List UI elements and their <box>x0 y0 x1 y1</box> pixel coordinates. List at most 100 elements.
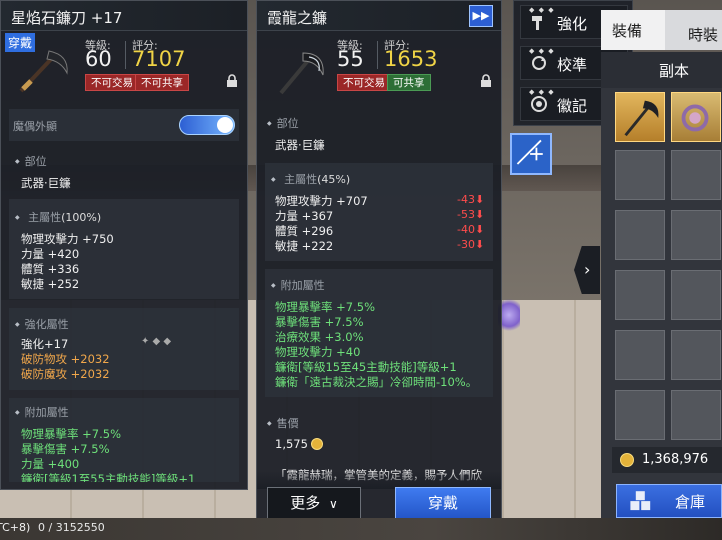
equip-button[interactable]: 穿戴 <box>395 487 491 519</box>
warehouse-button-label: 倉庫 <box>675 493 706 511</box>
inventory-slot[interactable] <box>671 150 721 200</box>
attr-line: 物理攻擊力 +750 <box>21 232 114 246</box>
inventory-slot[interactable] <box>671 210 721 260</box>
attr-diff: -30⬇ <box>457 238 485 251</box>
enhance-heading: 強化屬性 <box>15 316 69 332</box>
main-attr-section: 主屬性(100%) 物理攻擊力 +750 力量 +420 體質 +336 敏捷 … <box>9 199 239 299</box>
scythe-icon <box>11 41 73 103</box>
extra-attr: 鐮衛[等級1至55主動技能]等級+1 <box>21 472 196 482</box>
menu-calibrate-label: 校準 <box>557 56 588 74</box>
experience-ratio: 0 / 3152550 <box>38 521 105 534</box>
transform-toggle-button[interactable] <box>510 133 552 175</box>
inventory-slot[interactable] <box>615 150 665 200</box>
stat-divider <box>125 41 126 69</box>
part-value: 武器·巨鐮 <box>275 138 325 152</box>
currency-bar: 1,368,976 <box>612 447 722 473</box>
part-heading: 部位 <box>267 115 299 131</box>
status-strip: TC+8) 0 / 3152550 <box>0 518 722 540</box>
more-button-label: 更多 <box>290 494 321 512</box>
tab-equipment-label: 裝備 <box>612 22 643 40</box>
inventory-slot[interactable] <box>615 270 665 320</box>
attr-line: 體質 +296 <box>275 224 334 238</box>
extra-attr: 力量 +400 <box>21 457 80 471</box>
shareable-tag: 可共享 <box>387 74 431 91</box>
refresh-icon <box>532 56 546 70</box>
attr-line: 體質 +336 <box>21 262 80 276</box>
main-attr-heading: 主屬性(45%) <box>271 171 350 187</box>
appearance-toggle[interactable] <box>179 115 235 135</box>
enhance-attr: 破防魔攻 +2032 <box>21 367 110 381</box>
menu-enhance-label: 強化 <box>557 15 588 33</box>
inventory-slot[interactable] <box>615 330 665 380</box>
extra-attr-special: 鐮衛「遠古裁決之賜」冷卻時間-10%。 <box>275 375 478 389</box>
inventory-slot[interactable] <box>615 390 665 440</box>
attr-line: 物理攻擊力 +707 <box>275 194 368 208</box>
ring-icon <box>681 104 709 132</box>
timezone-tag: TC+8) <box>0 521 31 534</box>
score-value: 7107 <box>132 47 186 71</box>
extra-attr-section: 附加屬性 物理暴擊率 +7.5% 暴擊傷害 +7.5% 力量 +400 鐮衛[等… <box>9 398 239 482</box>
hammer-icon <box>532 16 542 30</box>
currency-amount: 1,368,976 <box>642 452 709 467</box>
inventory-slot[interactable] <box>671 390 721 440</box>
equipped-item-title-bar: 星焰石鐮刀 +17 <box>1 1 247 31</box>
attr-line: 力量 +367 <box>275 209 334 223</box>
extra-attr-heading: 附加屬性 <box>271 277 325 293</box>
appearance-row: 魔偶外顯 <box>9 109 239 141</box>
extra-attr: 物理暴擊率 +7.5% <box>21 427 122 441</box>
compare-item-tooltip: 霞龍之鐮 ▶▶ 等級: 55 評分: 1653 不可交易 可共享 部位 武器·巨… <box>256 0 502 528</box>
attr-line: 敏捷 +252 <box>21 277 80 291</box>
lock-icon <box>481 74 491 87</box>
enhance-section: 強化屬性 強化+17 ✦ ◆ ◆ 破防物攻 +2032 破防魔攻 +2032 <box>9 308 239 390</box>
inventory-slot[interactable] <box>671 270 721 320</box>
inventory-slot-equipped[interactable] <box>615 92 665 142</box>
enhance-attr: 破防物攻 +2032 <box>21 352 110 366</box>
coin-icon <box>620 453 634 467</box>
enhance-stars: ✦ ◆ ◆ <box>141 336 172 347</box>
price-heading: 售價 <box>267 415 299 431</box>
subheader-label: 副本 <box>659 62 690 80</box>
warehouse-button[interactable]: 倉庫 <box>616 484 722 518</box>
chevron-down-icon: ∨ <box>329 497 338 511</box>
expand-button[interactable]: ▶▶ <box>469 5 493 27</box>
boxes-icon <box>630 491 651 511</box>
level-value: 60 <box>85 47 112 71</box>
extra-attr: 暴擊傷害 +7.5% <box>275 315 364 329</box>
score-value: 1653 <box>384 47 438 71</box>
attr-line: 力量 +420 <box>21 247 80 261</box>
level-value: 55 <box>337 47 364 71</box>
part-value: 武器·巨鐮 <box>21 176 71 190</box>
emblem-icon <box>531 96 547 112</box>
attr-line: 敏捷 +222 <box>275 239 334 253</box>
attr-diff: -53⬇ <box>457 208 485 221</box>
extra-attr-section: 附加屬性 物理暴擊率 +7.5% 暴擊傷害 +7.5% 治療效果 +3.0% 物… <box>265 269 493 397</box>
appearance-label: 魔偶外顯 <box>13 120 57 133</box>
equipped-item-tooltip: 星焰石鐮刀 +17 穿戴 等級: 60 評分: 7107 不可交易 不可共享 魔… <box>0 0 248 490</box>
inventory-slot-item[interactable] <box>671 92 721 142</box>
main-attr-section: 主屬性(45%) 物理攻擊力 +707 力量 +367 體質 +296 敏捷 +… <box>265 163 493 261</box>
stat-divider <box>377 41 378 69</box>
equip-button-label: 穿戴 <box>427 494 458 512</box>
not-shareable-tag: 不可共享 <box>135 74 189 91</box>
chevron-right-icon: › <box>584 260 591 279</box>
tab-fashion[interactable]: 時裝 <box>688 24 718 45</box>
more-button[interactable]: 更多 ∨ <box>267 487 361 519</box>
inventory-slot[interactable] <box>671 330 721 380</box>
menu-emblem-label: 徽記 <box>557 97 588 115</box>
extra-attr: 物理攻擊力 +40 <box>275 345 361 359</box>
main-attr-heading: 主屬性(100%) <box>15 209 101 225</box>
part-heading: 部位 <box>15 153 47 169</box>
attr-diff: -40⬇ <box>457 223 485 236</box>
not-tradable-tag: 不可交易 <box>337 74 391 91</box>
extra-attr: 鐮衛[等級15至45主動技能]等級+1 <box>275 360 457 374</box>
attr-diff: -43⬇ <box>457 193 485 206</box>
coin-icon <box>311 438 323 450</box>
price-value: 1,575 <box>275 437 308 451</box>
compare-item-name: 霞龍之鐮 <box>267 9 328 27</box>
enhance-level: 強化+17 <box>21 337 69 351</box>
compare-item-title-bar: 霞龍之鐮 ▶▶ <box>257 1 501 31</box>
extra-attr: 物理暴擊率 +7.5% <box>275 300 376 314</box>
inventory-slot[interactable] <box>615 210 665 260</box>
scythe-icon <box>269 41 331 103</box>
inventory-subheader: 副本 <box>601 52 722 88</box>
